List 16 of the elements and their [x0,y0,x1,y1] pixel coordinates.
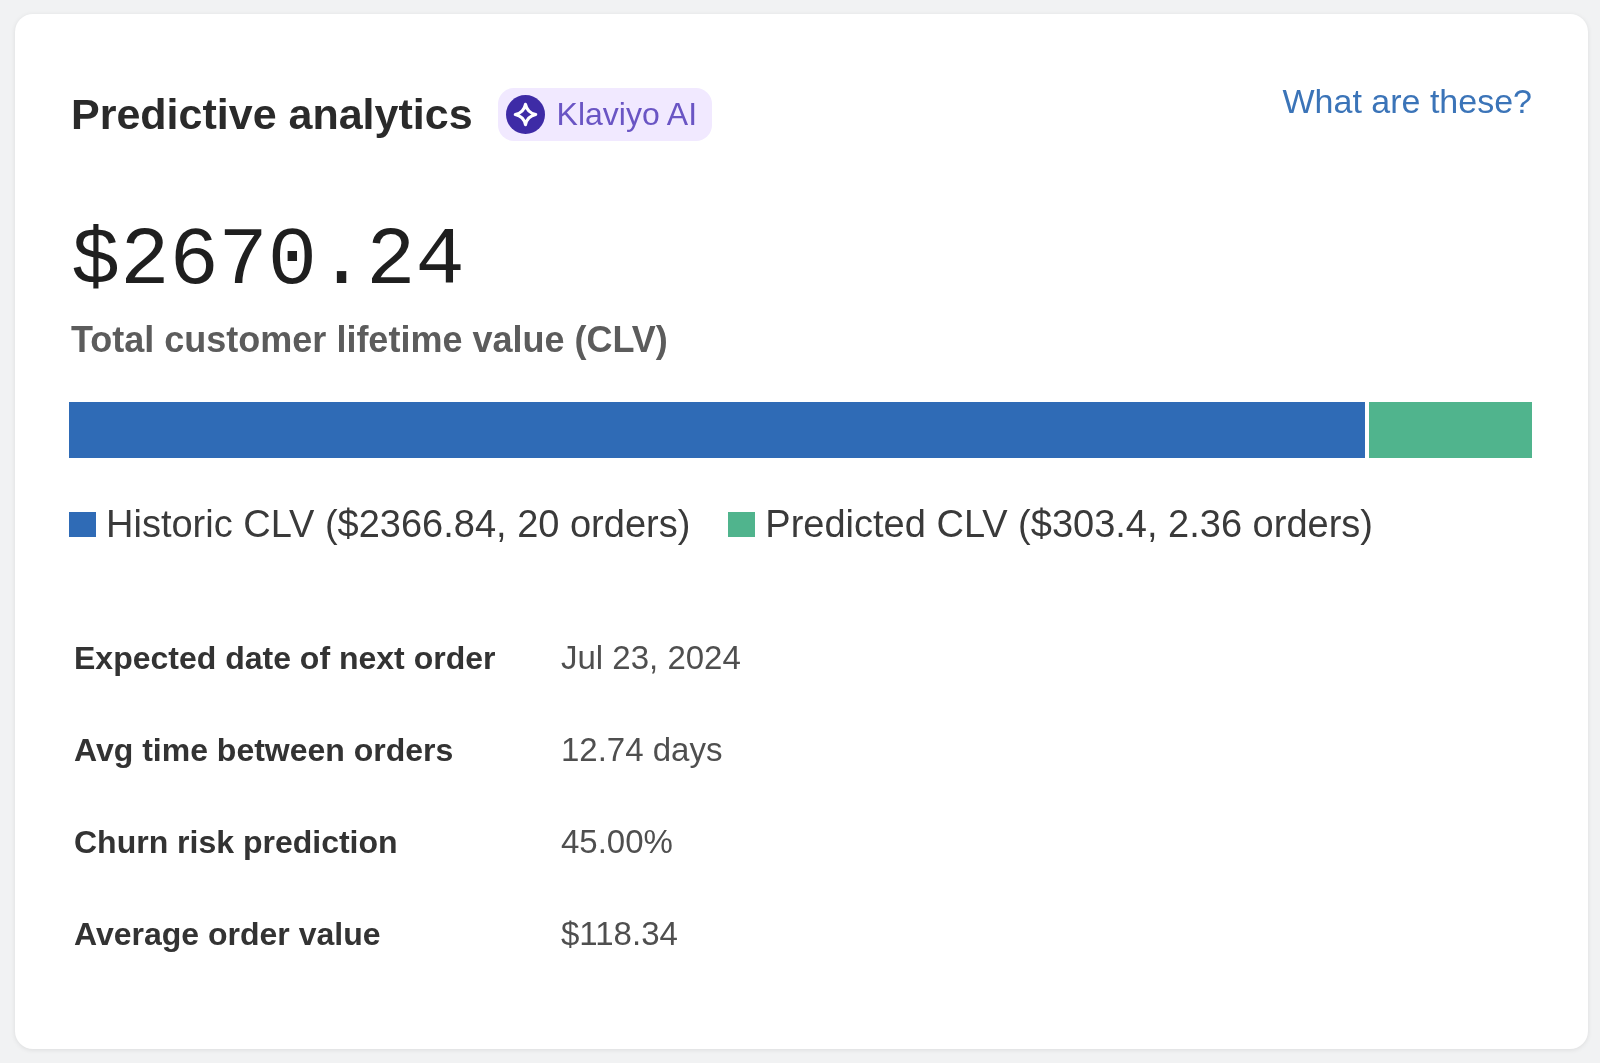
stat-label: Churn risk prediction [74,823,398,862]
sparkle-icon [505,94,545,134]
ai-label: Klaviyo AI [556,95,698,134]
help-link[interactable]: What are these? [1282,81,1532,121]
stat-label: Avg time between orders [74,731,454,770]
stat-value: $118.34 [561,914,678,954]
stat-label: Expected date of next order [74,639,496,678]
clv-total-value: $2670.24 [71,221,465,303]
legend-label: Predicted CLV ($303.4, 2.36 orders) [765,504,1373,544]
stat-value: 12.74 days [561,730,723,770]
clv-total-label: Total customer lifetime value (CLV) [71,320,668,360]
stat-label: Average order value [74,915,381,954]
stat-value: 45.00% [561,822,673,862]
stat-value: Jul 23, 2024 [561,638,741,678]
card-title: Predictive analytics [71,89,473,140]
legend-label: Historic CLV ($2366.84, 20 orders) [106,504,691,544]
